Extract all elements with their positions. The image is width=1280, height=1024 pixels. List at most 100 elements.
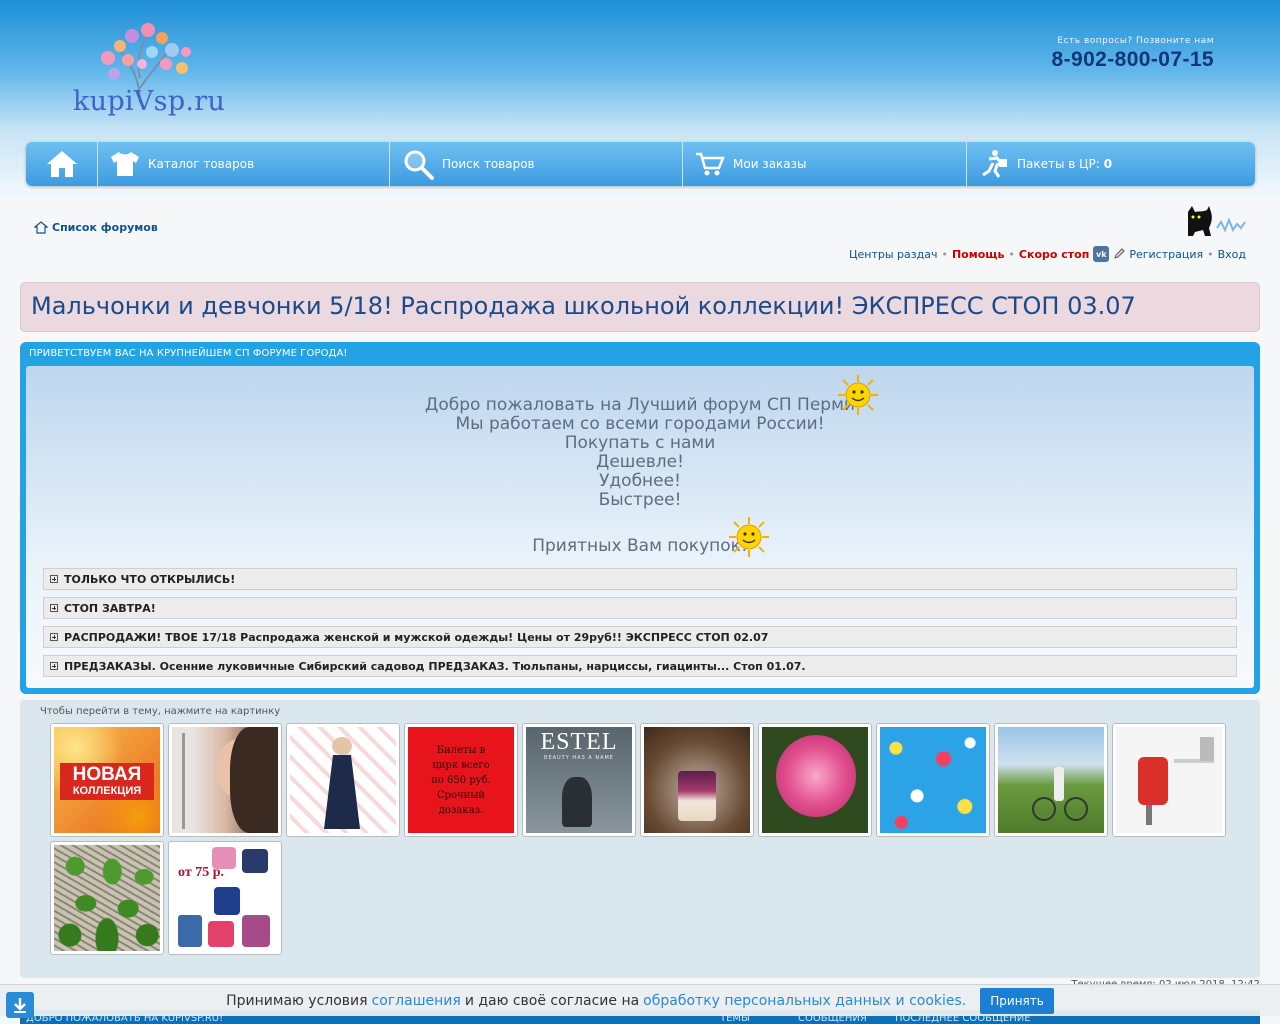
nav-search-label: Поиск товаров: [442, 157, 535, 171]
cookie-consent-bar: Принимаю условия соглашения и даю своё с…: [0, 984, 1280, 1016]
smiling-sun-icon: [838, 375, 878, 415]
user-links: Центры раздач • Помощь • Скоро стоп vk Р…: [849, 246, 1246, 262]
tshirt-icon: [111, 152, 139, 176]
banner-image: [998, 727, 1104, 833]
banner-makeup[interactable]: [168, 723, 282, 837]
spoiler-label: РАСПРОДАЖИ! ТВОЕ 17/18 Распродажа женско…: [64, 630, 769, 644]
cookie-agreement-link[interactable]: соглашения: [372, 993, 461, 1009]
nav-orders-label: Мои заказы: [733, 157, 807, 171]
banner-text: BEAUTY HAS A NAME: [544, 755, 614, 761]
banner-fabric[interactable]: [876, 723, 990, 837]
banner-text: ESTEL: [540, 729, 618, 755]
spoiler-label: СТОП ЗАВТРА!: [64, 601, 156, 615]
separator: •: [941, 247, 948, 261]
welcome-line: Удобнее!: [599, 471, 681, 491]
separator: •: [1008, 247, 1015, 261]
nav-packages-count: 0: [1103, 157, 1113, 171]
cookie-accept-button[interactable]: Принять: [980, 987, 1054, 1014]
arrow-down-icon: [14, 998, 26, 1013]
banner-image: [54, 845, 160, 951]
contact-label: Есть вопросы? Позвоните нам: [1057, 36, 1214, 46]
banner-peony[interactable]: [758, 723, 872, 837]
banner-image: [762, 727, 868, 833]
banner-dessert[interactable]: [640, 723, 754, 837]
nav-orders[interactable]: Мои заказы: [683, 142, 967, 186]
expand-icon: [50, 633, 58, 641]
welcome-closing: Приятных Вам покупок!: [532, 536, 748, 556]
nav-catalog[interactable]: Каталог товаров: [98, 142, 390, 186]
banner-image: [290, 727, 396, 833]
pencil-icon: [1114, 248, 1126, 259]
banner-text: КОЛЛЕКЦИЯ: [72, 785, 142, 797]
welcome-line: Быстрее!: [598, 490, 682, 510]
banner-hint: Чтобы перейти в тему, нажмите на картинк…: [40, 706, 281, 717]
home-icon: [46, 151, 77, 177]
home-outline-icon: [34, 221, 48, 234]
link-register[interactable]: Регистрация: [1129, 248, 1203, 261]
courier-icon: [982, 150, 1007, 178]
cart-icon: [696, 152, 725, 176]
banner-lawn[interactable]: [50, 841, 164, 955]
banner-image: от 75 р.: [172, 845, 278, 951]
link-login[interactable]: Вход: [1218, 248, 1246, 261]
welcome-line: Дешевле!: [596, 452, 684, 472]
banner-area: Чтобы перейти в тему, нажмите на картинк…: [20, 700, 1260, 978]
contact-phone[interactable]: 8-902-800-07-15: [1052, 48, 1214, 72]
banner-image: ESTEL BEAUTY HAS A NAME: [526, 727, 632, 833]
search-icon: [404, 150, 434, 180]
banner-dress[interactable]: [286, 723, 400, 837]
nav-catalog-label: Каталог товаров: [148, 157, 255, 171]
welcome-header: ПРИВЕТСТВУЕМ ВАС НА КРУПНЕЙШЕМ СП ФОРУМЕ…: [29, 348, 348, 359]
welcome-line: Покупать с нами: [564, 433, 716, 453]
banner-text: НОВАЯ: [72, 764, 142, 785]
nav-packages[interactable]: Пакеты в ЦР: 0: [967, 142, 1254, 186]
welcome-line: Мы работаем со всеми городами России!: [455, 414, 825, 434]
banner-kids-clothes[interactable]: от 75 р.: [168, 841, 282, 955]
banner-bicycle[interactable]: [994, 723, 1108, 837]
banner-image: [172, 727, 278, 833]
cookie-privacy-link[interactable]: обработку персональных данных и cookies.: [643, 993, 966, 1009]
welcome-line: Добро пожаловать на Лучший форум СП Перм…: [425, 395, 855, 415]
link-soon-stop[interactable]: Скоро стоп: [1019, 248, 1089, 261]
banner-text: Билеты в цирк всего по 650 руб. Срочный …: [431, 744, 491, 816]
expand-icon: [50, 575, 58, 583]
separator: •: [1207, 247, 1214, 261]
main-nav: Каталог товаров Поиск товаров Мои заказы…: [26, 142, 1255, 186]
spoiler-label: ТОЛЬКО ЧТО ОТКРЫЛИСЬ!: [64, 572, 236, 586]
vk-icon[interactable]: vk: [1093, 246, 1110, 262]
nav-packages-label: Пакеты в ЦР:: [1017, 157, 1100, 171]
banner-new-collection[interactable]: НОВАЯ КОЛЛЕКЦИЯ: [50, 723, 164, 837]
banner-kids-desk[interactable]: [1112, 723, 1226, 837]
breadcrumb[interactable]: Список форумов: [34, 221, 158, 234]
welcome-panel: ПРИВЕТСТВУЕМ ВАС НА КРУПНЕЙШЕМ СП ФОРУМЕ…: [20, 342, 1260, 694]
nav-search[interactable]: Поиск товаров: [390, 142, 683, 186]
nav-home-button[interactable]: [26, 142, 98, 186]
smiling-sun-icon: [729, 517, 769, 557]
spoiler-just-opened[interactable]: ТОЛЬКО ЧТО ОТКРЫЛИСЬ!: [43, 568, 1237, 590]
cookie-text: и даю своё согласие на: [464, 992, 640, 1009]
spoiler-preorders[interactable]: ПРЕДЗАКАЗЫ. Осенние луковичные Сибирский…: [43, 655, 1237, 677]
contact-block: Есть вопросы? Позвоните нам 8-902-800-07…: [1052, 36, 1214, 72]
link-help[interactable]: Помощь: [952, 248, 1004, 261]
banner-image: НОВАЯ КОЛЛЕКЦИЯ: [54, 727, 160, 833]
spoiler-list: ТОЛЬКО ЧТО ОТКРЫЛИСЬ! СТОП ЗАВТРА! РАСПР…: [43, 568, 1237, 684]
welcome-text: Добро пожаловать на Лучший форум СП Перм…: [26, 396, 1254, 556]
topic-title[interactable]: Мальчонки и девчонки 5/18! Распродажа шк…: [20, 282, 1260, 332]
banner-image: [880, 727, 986, 833]
expand-icon: [50, 662, 58, 670]
scroll-down-button[interactable]: [6, 992, 34, 1018]
banner-circus[interactable]: Билеты в цирк всего по 650 руб. Срочный …: [404, 723, 518, 837]
link-centers[interactable]: Центры раздач: [849, 248, 938, 261]
spoiler-sales[interactable]: РАСПРОДАЖИ! ТВОЕ 17/18 Распродажа женско…: [43, 626, 1237, 648]
spoiler-stop-tomorrow[interactable]: СТОП ЗАВТРА!: [43, 597, 1237, 619]
breadcrumb-forum-list[interactable]: Список форумов: [52, 221, 158, 234]
black-cat-icon: [1188, 206, 1246, 236]
banner-image: [1116, 727, 1222, 833]
logo-text[interactable]: kupiVsp.ru: [73, 86, 225, 117]
banner-image: Билеты в цирк всего по 650 руб. Срочный …: [408, 727, 514, 833]
welcome-content: Добро пожаловать на Лучший форум СП Перм…: [26, 366, 1254, 688]
spoiler-label: ПРЕДЗАКАЗЫ. Осенние луковичные Сибирский…: [64, 659, 806, 673]
banner-estel[interactable]: ESTEL BEAUTY HAS A NAME: [522, 723, 636, 837]
cookie-text: Принимаю условия: [226, 992, 368, 1009]
expand-icon: [50, 604, 58, 612]
